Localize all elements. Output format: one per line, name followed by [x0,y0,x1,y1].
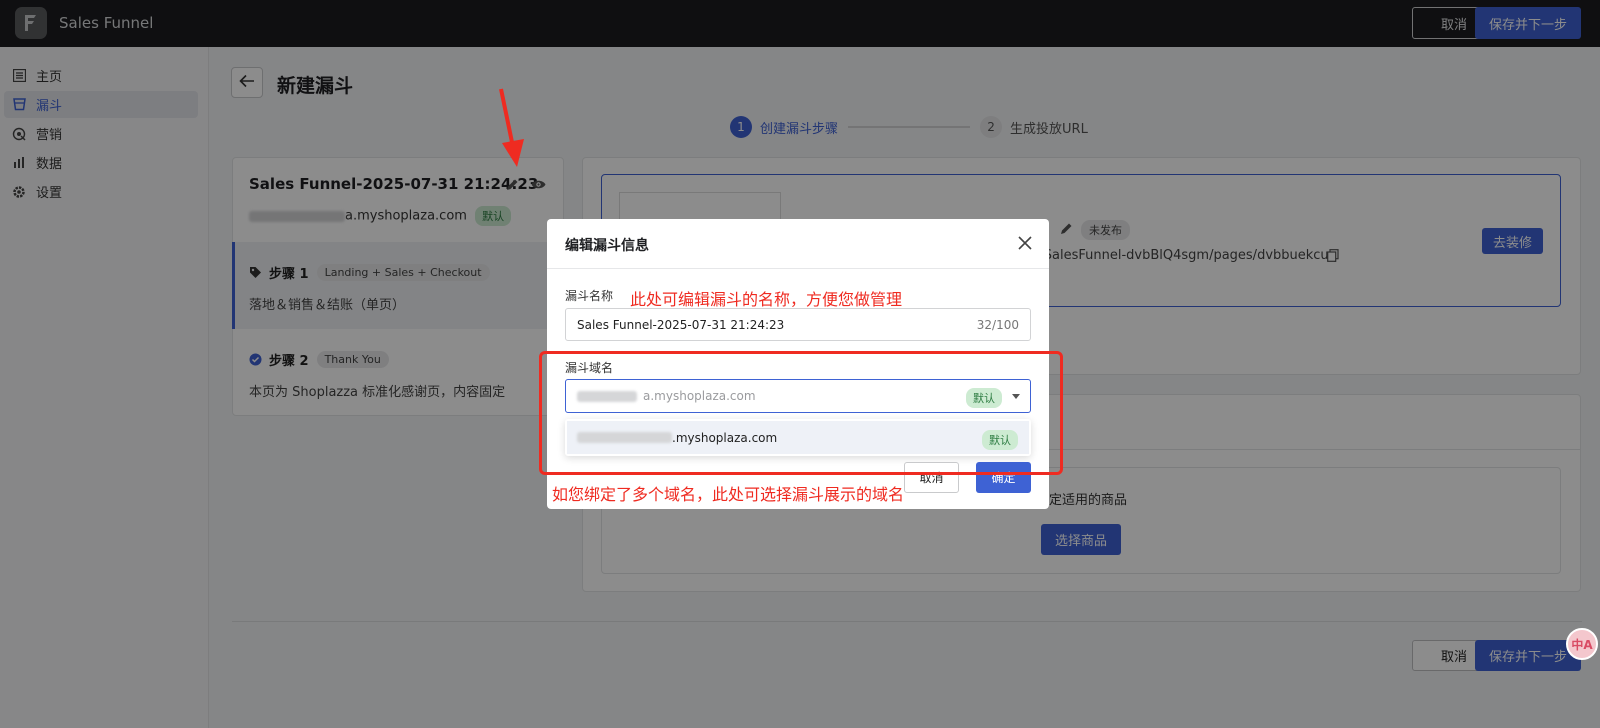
close-icon[interactable] [1017,235,1033,251]
modal-title: 编辑漏斗信息 [565,238,649,254]
modal-divider [547,268,1049,269]
annotation-name-note: 此处可编辑漏斗的名称，方便您做管理 [630,290,903,309]
funnel-name-input[interactable]: Sales Funnel-2025-07-31 21:24:23 32/100 [565,308,1031,341]
funnel-name-label: 漏斗名称 [565,289,614,303]
annotation-domain-note: 如您绑定了多个域名，此处可选择漏斗展示的域名 [552,485,905,504]
annotation-arrow-icon [499,88,524,167]
funnel-name-value: Sales Funnel-2025-07-31 21:24:23 [577,317,785,332]
translate-fab-button[interactable]: 中A [1566,628,1598,660]
char-count: 32/100 [976,317,1019,332]
annotation-highlight-box [539,351,1063,475]
